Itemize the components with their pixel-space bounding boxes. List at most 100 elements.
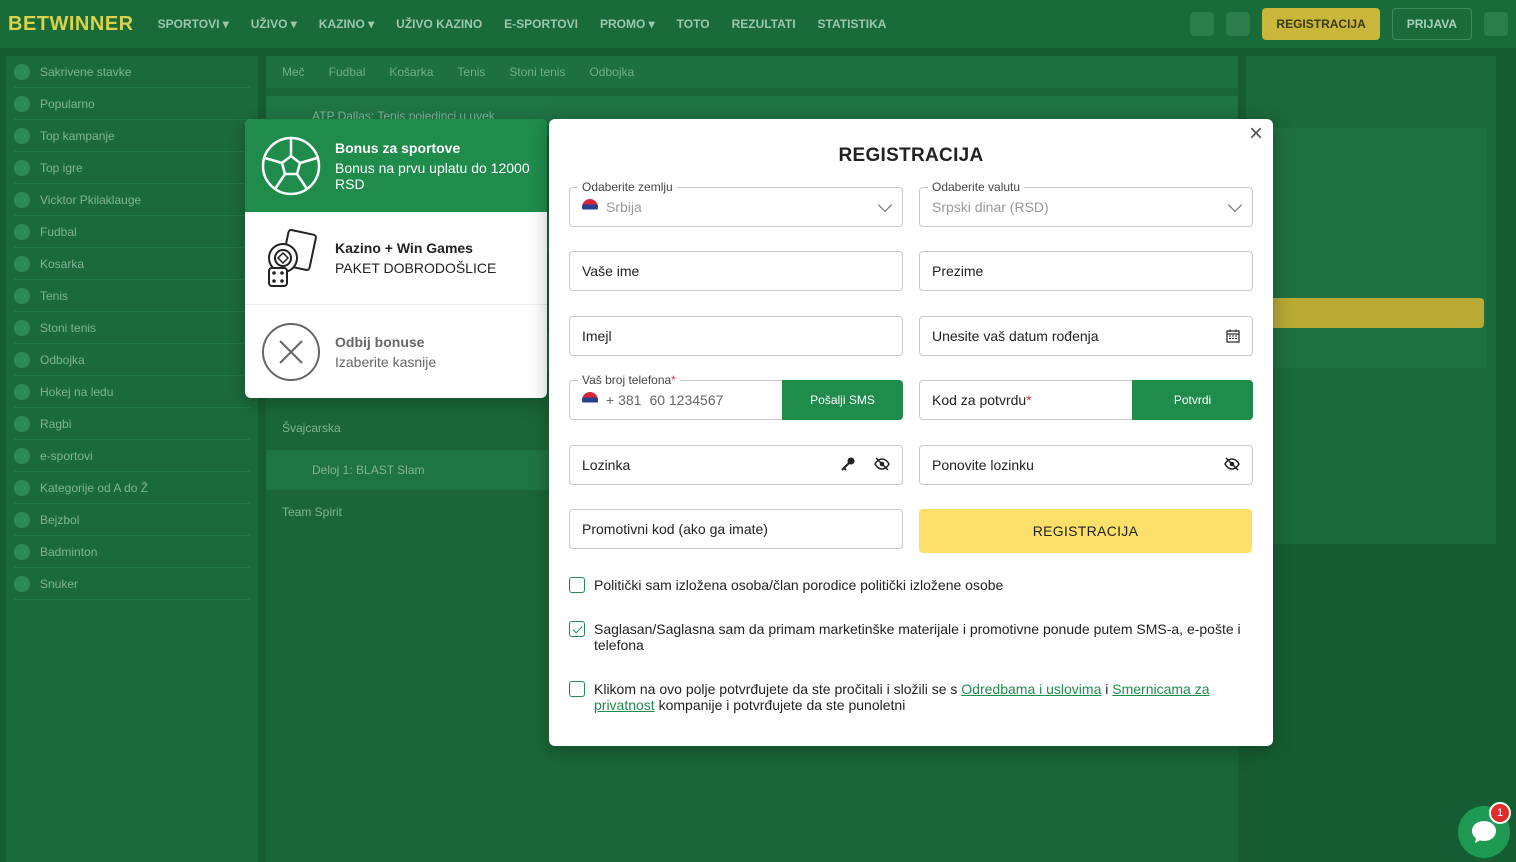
close-icon[interactable]: × <box>1245 122 1267 146</box>
sport-icon <box>14 447 30 464</box>
nav-item[interactable]: REZULTATI <box>732 17 796 31</box>
top-register-button[interactable]: REGISTRACIJA <box>1262 8 1380 40</box>
chevron-down-icon <box>877 197 893 212</box>
sidebar-item[interactable]: Sakrivene stavke <box>14 56 250 88</box>
sport-icon <box>14 159 30 176</box>
password-placeholder: Lozinka <box>582 457 631 473</box>
wallet-icon[interactable] <box>1190 12 1215 36</box>
currency-label: Odaberite valutu <box>928 180 1025 194</box>
serbia-flag-icon <box>582 199 598 215</box>
currency-select[interactable]: Odaberite valutu Srpski dinar (RSD) <box>919 180 1253 227</box>
eye-off-icon[interactable] <box>874 456 890 474</box>
site-logo[interactable]: BETWINNER <box>8 13 134 36</box>
password-field[interactable]: Lozinka <box>569 445 903 485</box>
country-select[interactable]: Odaberite zemlju Srbija <box>569 180 903 227</box>
nav-item[interactable]: TOTO <box>677 17 710 31</box>
sidebar-item-label: Snuker <box>40 576 79 591</box>
bonus-option-decline[interactable]: Odbij bonuse Izaberite kasnije <box>245 305 547 398</box>
email-field[interactable]: Imejl <box>569 316 903 356</box>
sidebar-item-label: Vicktor Pkilaklauge <box>40 192 142 207</box>
last-name-field[interactable]: Prezime <box>919 251 1253 291</box>
nav-item[interactable]: KAZINO ▾ <box>319 17 374 31</box>
sidebar-item[interactable]: Tenis <box>14 280 250 312</box>
birthdate-field[interactable]: Unesite vaš datum rođenja <box>919 316 1253 356</box>
sidebar-item-label: Kategorije od A do Ž <box>40 480 149 495</box>
nav-item[interactable]: STATISTIKA <box>818 17 887 31</box>
marketing-label: Saglasan/Saglasna sam da primam marketin… <box>594 621 1241 653</box>
sidebar-item[interactable]: Kategorije od A do Ž <box>14 472 250 504</box>
nav-item[interactable]: UŽIVO ▾ <box>251 17 297 31</box>
sidebar-item[interactable]: Odbojka <box>14 344 250 376</box>
sidebar-item[interactable]: Bejzbol <box>14 504 250 536</box>
sidebar-item[interactable]: Hokej na ledu <box>14 376 250 408</box>
nav-item[interactable]: SPORTOVI ▾ <box>158 17 229 31</box>
terms-checkbox[interactable] <box>569 681 585 697</box>
sidebar-item-label: Fudbal <box>40 224 77 239</box>
nav-item[interactable]: E-SPORTOVI <box>504 17 578 31</box>
pep-checkbox-row: Politički sam izložena osoba/član porodi… <box>569 577 1249 593</box>
sport-icon <box>14 479 30 496</box>
phone-field[interactable]: Vaš broj telefona* + 381 60 1234567 Poša… <box>569 373 903 420</box>
sport-icon <box>14 287 30 304</box>
key-icon[interactable] <box>840 456 856 475</box>
bonus-option-casino[interactable]: Kazino + Win Games PAKET DOBRODOŠLICE <box>245 212 547 305</box>
birthdate-placeholder: Unesite vaš datum rođenja <box>932 328 1099 344</box>
sidebar-item-label: Top kampanje <box>40 128 115 143</box>
sport-icon <box>14 415 30 432</box>
cart-icon[interactable] <box>1226 12 1251 36</box>
sidebar-item-label: Top igre <box>40 160 83 175</box>
nav-item[interactable]: PROMO ▾ <box>600 17 655 31</box>
sidebar-item[interactable]: Ragbi <box>14 408 250 440</box>
sidebar-item[interactable]: Top igre <box>14 152 250 184</box>
verification-code-field[interactable]: Kod za potvrdu * Potvrdi <box>919 380 1253 420</box>
sidebar-item[interactable]: Stoni tenis <box>14 312 250 344</box>
sidebar-item-label: Sakrivene stavke <box>40 64 132 79</box>
promo-placeholder: Promotivni kod (ako ga imate) <box>582 521 768 537</box>
sport-icon <box>14 351 30 368</box>
soccer-ball-icon <box>261 136 321 196</box>
currency-value: Srpski dinar (RSD) <box>932 199 1049 215</box>
email-placeholder: Imejl <box>582 328 612 344</box>
confirm-code-button[interactable]: Potvrdi <box>1132 380 1253 420</box>
nav-item[interactable]: UŽIVO KAZINO <box>396 17 482 31</box>
first-name-field[interactable]: Vaše ime <box>569 251 903 291</box>
sidebar-item[interactable]: Vicktor Pkilaklauge <box>14 184 250 216</box>
sidebar-item[interactable]: Kosarka <box>14 248 250 280</box>
register-submit-button[interactable]: REGISTRACIJA <box>919 509 1252 553</box>
chat-bubble-icon <box>1472 821 1496 843</box>
sport-icon <box>14 127 30 144</box>
sport-icon <box>14 575 30 592</box>
settings-icon[interactable] <box>1484 12 1508 36</box>
sidebar-item[interactable]: Snuker <box>14 568 250 600</box>
sidebar-item[interactable]: Badminton <box>14 536 250 568</box>
terms-checkbox-row: Klikom na ovo polje potvrđujete da ste p… <box>569 681 1249 713</box>
eye-off-icon[interactable] <box>1224 456 1240 474</box>
sidebar-item[interactable]: Fudbal <box>14 216 250 248</box>
bonus-decline-subtitle: Izaberite kasnije <box>335 353 437 370</box>
bonus-option-sports[interactable]: Bonus za sportove Bonus na prvu uplatu d… <box>245 119 547 212</box>
sidebar-item-label: Bejzbol <box>40 512 80 527</box>
sidebar-item[interactable]: Popularno <box>14 88 250 120</box>
top-login-button[interactable]: PRIJAVA <box>1391 8 1472 40</box>
sidebar-item[interactable]: e-sportovi <box>14 440 250 472</box>
registration-modal: × REGISTRACIJA Odaberite zemlju Srbija O… <box>549 119 1273 746</box>
terms-label: Klikom na ovo polje potvrđujete da ste p… <box>594 681 1210 713</box>
betslip-register-button[interactable] <box>1266 298 1484 328</box>
sidebar-item[interactable]: Top kampanje <box>14 120 250 152</box>
repeat-password-placeholder: Ponovite lozinku <box>932 457 1034 473</box>
repeat-password-field[interactable]: Ponovite lozinku <box>919 445 1253 485</box>
casino-chips-icon <box>261 228 321 288</box>
country-value: Srbija <box>606 199 642 215</box>
phone-prefix: + 381 <box>606 392 642 408</box>
pep-checkbox[interactable] <box>569 577 585 593</box>
promo-code-field[interactable]: Promotivni kod (ako ga imate) <box>569 509 903 549</box>
last-name-placeholder: Prezime <box>932 263 984 279</box>
send-sms-button[interactable]: Pošalji SMS <box>782 380 903 420</box>
sport-icon <box>14 63 30 80</box>
terms-link[interactable]: Odredbama i uslovima <box>961 681 1101 697</box>
first-name-placeholder: Vaše ime <box>582 263 640 279</box>
sport-icon <box>14 191 30 208</box>
calendar-icon[interactable] <box>1226 329 1240 343</box>
sidebar-item-label: Stoni tenis <box>40 320 97 335</box>
marketing-checkbox[interactable] <box>569 621 585 637</box>
